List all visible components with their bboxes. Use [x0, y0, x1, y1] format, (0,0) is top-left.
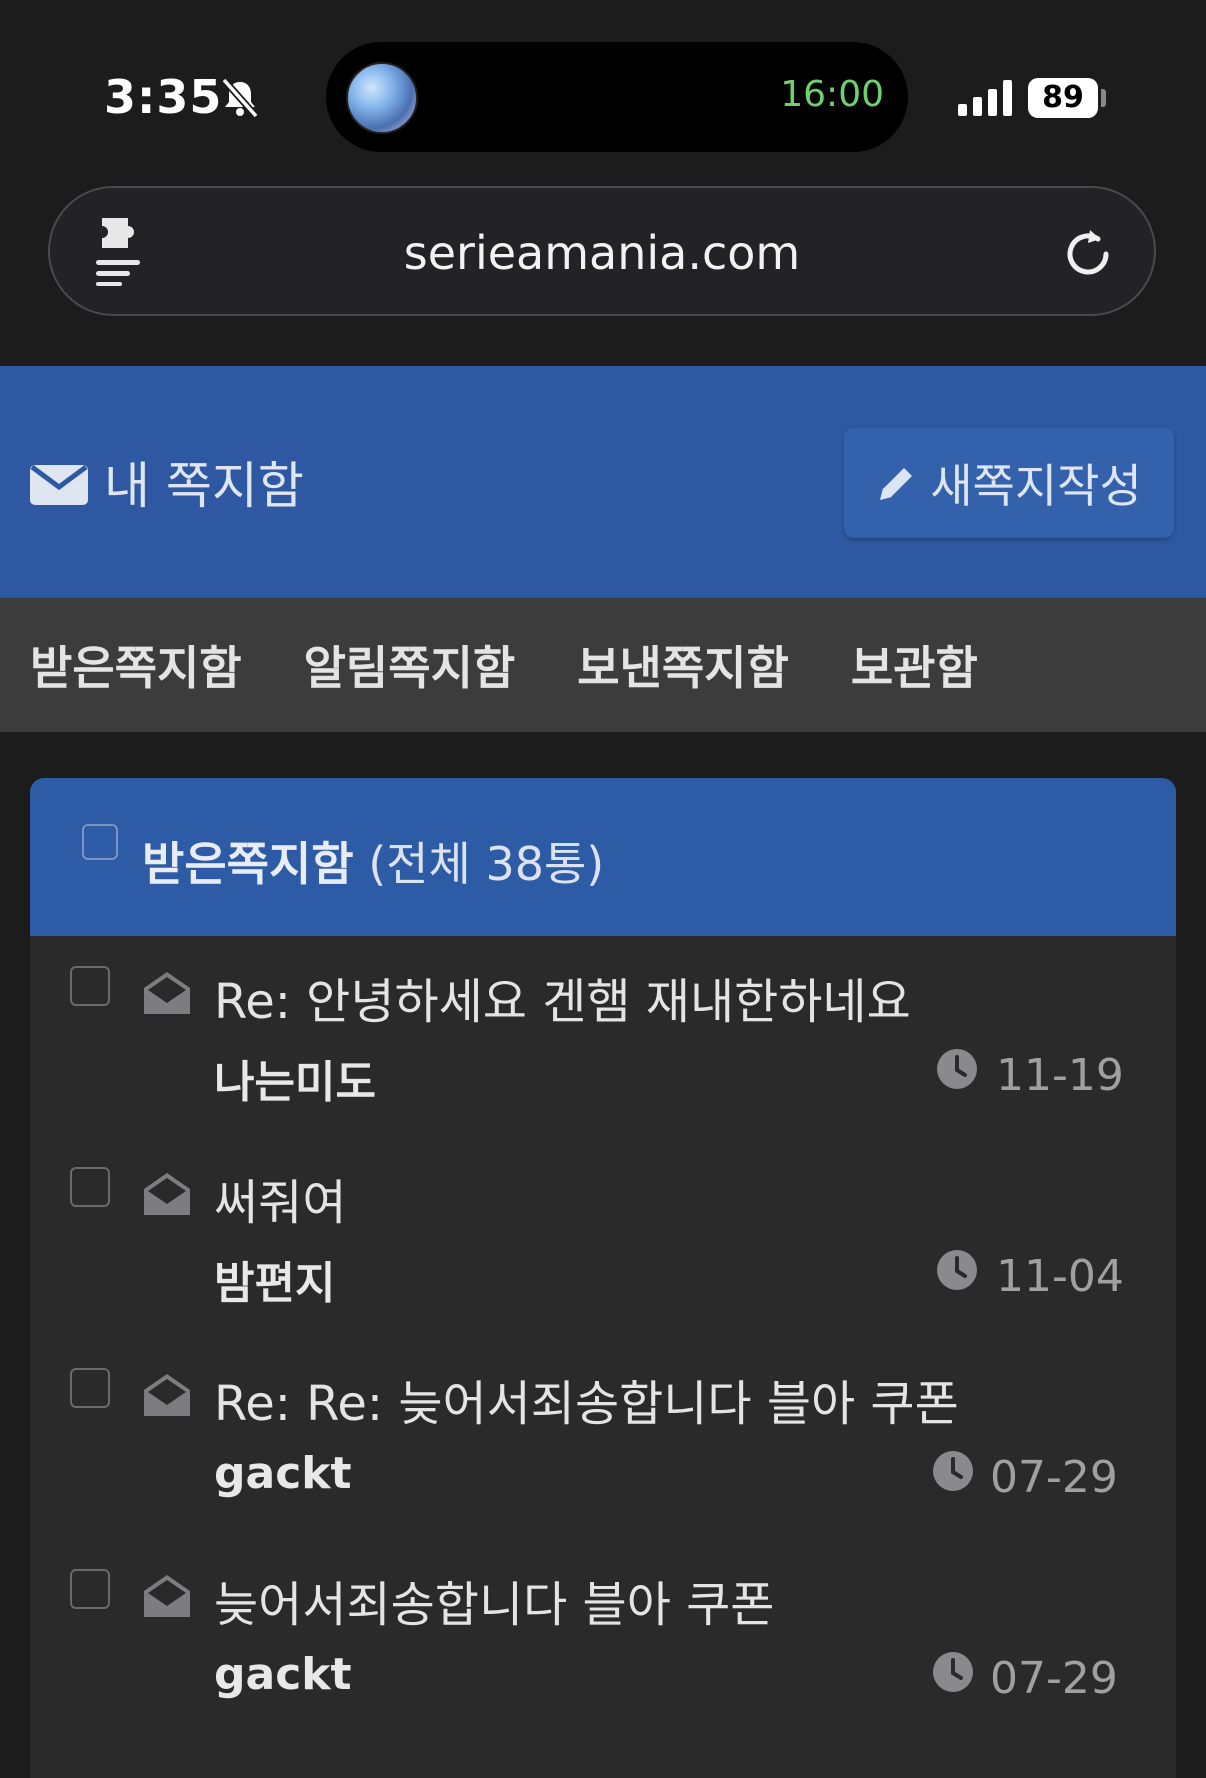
compose-button-label: 새쪽지작성 [930, 459, 1142, 513]
clock-icon [933, 1451, 973, 1491]
bell-muted-icon [221, 77, 259, 119]
message-row[interactable]: 써줘여 밤편지 11-04 [30, 1137, 1176, 1338]
message-subject[interactable]: Re: Re: 늦어서죄송합니다 블아 쿠폰 [214, 1364, 959, 1434]
inbox-header: 받은쪽지함 (전체 38통) [30, 778, 1176, 936]
message-subject[interactable]: 늦어서죄송합니다 블아 쿠폰 [214, 1565, 774, 1635]
message-checkbox[interactable] [70, 1368, 110, 1408]
live-activity-timer: 16:00 [780, 74, 884, 115]
message-subject[interactable]: Re: 안녕하세요 겐햄 재내한하네요 [214, 962, 911, 1032]
clock-icon [933, 1652, 973, 1692]
header-title-group: 내 쪽지함 [30, 446, 304, 518]
envelope-open-icon [144, 1575, 190, 1617]
dynamic-island[interactable]: 16:00 [326, 42, 908, 152]
status-bar: 3:35 16:00 89 [0, 0, 1206, 180]
message-checkbox[interactable] [70, 1569, 110, 1609]
message-row[interactable]: Re: Re: 늦어서죄송합니다 블아 쿠폰 gackt 07-29 [30, 1338, 1176, 1539]
page-header: 내 쪽지함 새쪽지작성 [0, 366, 1206, 598]
signal-icon [958, 80, 1012, 116]
message-sender[interactable]: gackt [214, 1649, 352, 1700]
mail-icon [30, 464, 88, 505]
clock-icon [937, 1250, 977, 1290]
inbox-card: 받은쪽지함 (전체 38통) Re: 안녕하세요 겐햄 재내한하네요 나는미도 … [30, 778, 1176, 1778]
message-date: 07-29 [990, 1452, 1118, 1503]
tab-sent[interactable]: 보낸쪽지함 [577, 632, 789, 698]
message-row[interactable]: 늦어서죄송합니다 블아 쿠폰 gackt 07-29 [30, 1539, 1176, 1740]
envelope-open-icon [144, 1173, 190, 1215]
battery-tip [1101, 89, 1106, 107]
tab-inbox[interactable]: 받은쪽지함 [30, 632, 242, 698]
message-row[interactable]: Re: 안녕하세요 겐햄 재내한하네요 나는미도 11-19 [30, 936, 1176, 1137]
url-text[interactable]: serieamania.com [50, 226, 1154, 280]
inbox-title: 받은쪽지함 (전체 38통) [142, 828, 604, 894]
envelope-open-icon [144, 972, 190, 1014]
inbox-title-label: 받은쪽지함 [142, 837, 354, 891]
battery-indicator: 89 [1028, 78, 1098, 118]
select-all-checkbox[interactable] [82, 824, 118, 860]
inbox-count: (전체 38통) [368, 837, 605, 891]
address-bar[interactable]: serieamania.com [48, 186, 1156, 316]
tab-notifications[interactable]: 알림쪽지함 [304, 632, 516, 698]
envelope-open-icon [144, 1374, 190, 1416]
tab-archive[interactable]: 보관함 [851, 632, 978, 698]
live-activity-avatar [346, 62, 418, 134]
message-subject[interactable]: 써줘여 [214, 1163, 346, 1233]
message-date: 11-19 [996, 1050, 1124, 1101]
page-title: 내 쪽지함 [104, 457, 304, 515]
mailbox-tabs: 받은쪽지함 알림쪽지함 보낸쪽지함 보관함 [0, 598, 1206, 732]
status-time: 3:35 [104, 70, 223, 124]
message-sender[interactable]: gackt [214, 1448, 352, 1499]
pencil-icon [880, 468, 913, 500]
message-date: 11-04 [996, 1251, 1124, 1302]
message-checkbox[interactable] [70, 1167, 110, 1207]
message-date: 07-29 [990, 1653, 1118, 1704]
clock-icon [937, 1049, 977, 1089]
reload-icon[interactable] [1060, 224, 1116, 280]
message-checkbox[interactable] [70, 966, 110, 1006]
message-sender[interactable]: 밤편지 [214, 1247, 335, 1311]
compose-message-button[interactable]: 새쪽지작성 [844, 428, 1174, 538]
message-sender[interactable]: 나는미도 [214, 1046, 376, 1110]
